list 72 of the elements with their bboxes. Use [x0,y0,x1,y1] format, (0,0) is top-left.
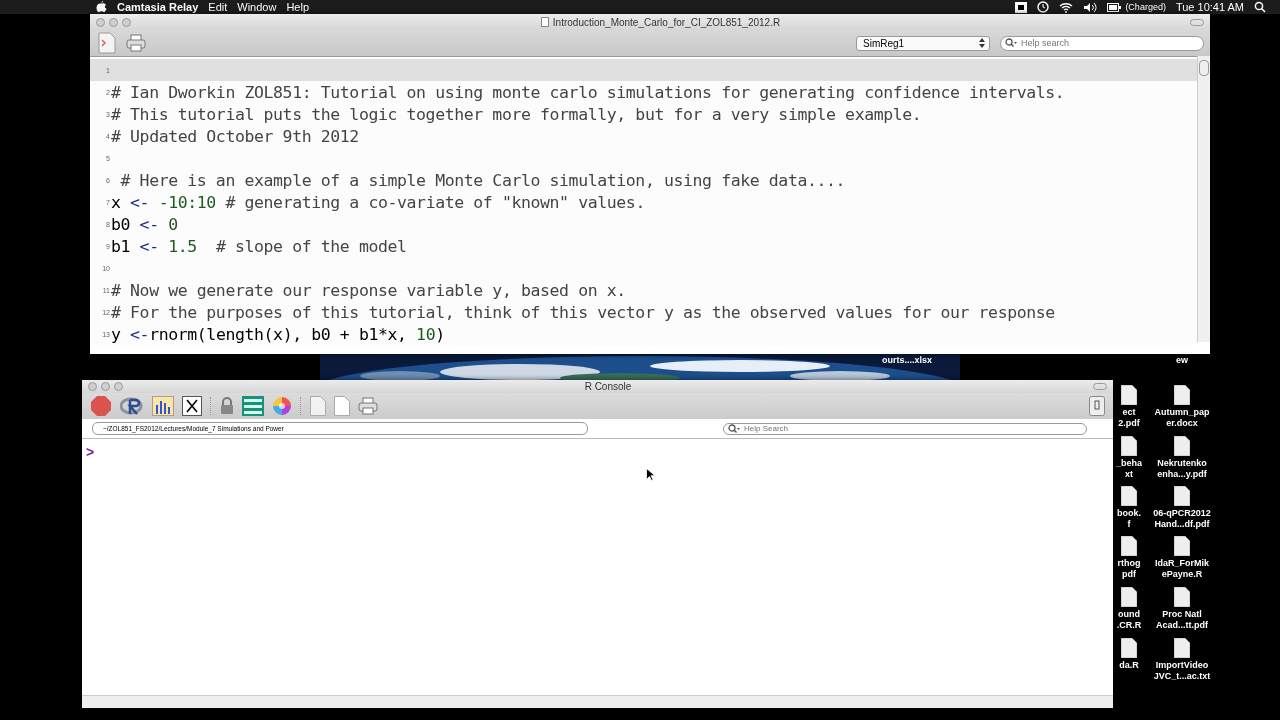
window-title: R Console [584,381,632,392]
code-line: b0 <- 0 [111,214,178,234]
battery-status: (Charged) [1125,2,1166,12]
file-label[interactable]: 06-qPCR2012 Hand...df.pdf [1153,508,1211,530]
code-line: # For the purposes of this tutorial, think of this vector y as the observed values for our response [111,302,1055,322]
bar-chart-icon[interactable] [152,396,174,416]
menu-item[interactable]: Edit [208,1,228,13]
apple-icon[interactable] [96,1,107,13]
file-label[interactable]: rthog pdf [1117,558,1141,580]
search-icon [728,423,740,434]
document-icon[interactable] [1174,638,1190,658]
code-line: # Now we generate our response variable y, based on x. [111,280,626,300]
stop-icon[interactable] [90,395,112,417]
file-label[interactable]: Nekrutenko enha...y.pdf [1157,458,1207,480]
code-line: # Here is an example of a simple Monte Carlo simulation, using fake data.... [119,170,846,190]
document-icon[interactable] [1121,436,1137,456]
document-icon[interactable] [1121,385,1137,405]
file-label[interactable]: da.R [1119,660,1139,671]
search-field[interactable]: Help Search [723,422,1087,435]
x11-icon[interactable] [182,396,202,416]
print-icon[interactable] [358,397,378,415]
file-label[interactable]: book. f [1117,508,1141,530]
document-icon[interactable] [1121,536,1137,556]
file-label[interactable]: Proc Natl Acad...tt.pdf [1156,609,1208,631]
document-icon[interactable] [1121,587,1137,607]
search-icon[interactable] [1254,1,1266,13]
document-icon[interactable] [1174,486,1190,506]
search-field[interactable]: Help search [1000,35,1204,51]
color-wheel-icon[interactable] [272,396,292,416]
file-label[interactable]: ew [1176,355,1188,366]
volume-icon[interactable] [1083,1,1098,13]
document-icon[interactable] [1174,587,1190,607]
stepper-icon [979,38,985,48]
function-dropdown[interactable]: SimReg1 [856,35,990,51]
print-icon[interactable] [126,34,146,52]
document-icon[interactable] [1174,385,1190,405]
code-line: x <- -10:10 # generating a co-variate of "known" values. [111,192,645,212]
lock-icon[interactable] [220,397,234,415]
file-label[interactable]: ourts....xlsx [882,355,932,366]
time-machine-icon[interactable] [1037,1,1050,13]
menu-item[interactable]: Help [286,1,310,13]
file-label[interactable]: ect 2.pdf [1118,407,1140,429]
console-prompt: > [86,444,95,460]
code-line: # This tutorial puts the logic together more formally, but for a very simple example. [111,104,922,124]
wifi-icon[interactable] [1059,1,1074,13]
code-line: # Ian Dworkin ZOL851: Tutorial on using monte carlo simulations for generating confidence intervals. [111,82,1065,102]
document-icon[interactable] [1174,436,1190,456]
file-label[interactable]: Autumn_pap er.docx [1154,407,1210,429]
app-menu[interactable]: Camtasia Relay [117,1,199,13]
list-icon[interactable] [242,396,264,416]
source-file-icon[interactable] [98,32,116,54]
code-line: # Updated October 9th 2012 [111,126,359,146]
file-label[interactable]: IdaR_ForMik ePayne.R [1155,558,1209,580]
document-icon [540,17,549,27]
code-line: b1 <- 1.5 # slope of the model [111,236,407,256]
menu-item[interactable]: Window [237,1,277,13]
clock[interactable]: Tue 10:41 AM [1175,1,1244,13]
status-icon[interactable] [1015,1,1028,13]
file-label[interactable]: _beha xt [1116,458,1142,480]
search-icon [1005,38,1017,48]
scrollbar[interactable] [1197,56,1210,342]
document-icon[interactable] [1121,486,1137,506]
file-label[interactable]: ound .CR.R [1116,609,1142,631]
r-logo-icon[interactable] [120,395,144,417]
code-line: y <-rnorm(length(x), b0 + b1*x, 10) [111,324,445,344]
mouse-cursor-icon [646,468,654,481]
file-label[interactable]: ImportVideo JVC_t...ac.txt [1153,660,1211,682]
battery-icon[interactable] [1107,2,1122,12]
document-icon[interactable] [1174,536,1190,556]
drawer-icon[interactable] [1089,396,1105,416]
window-title: Introduction_Monte_Carlo_for_CI_ZOL851_2012.R [552,16,781,28]
document-icon[interactable] [1121,638,1137,658]
